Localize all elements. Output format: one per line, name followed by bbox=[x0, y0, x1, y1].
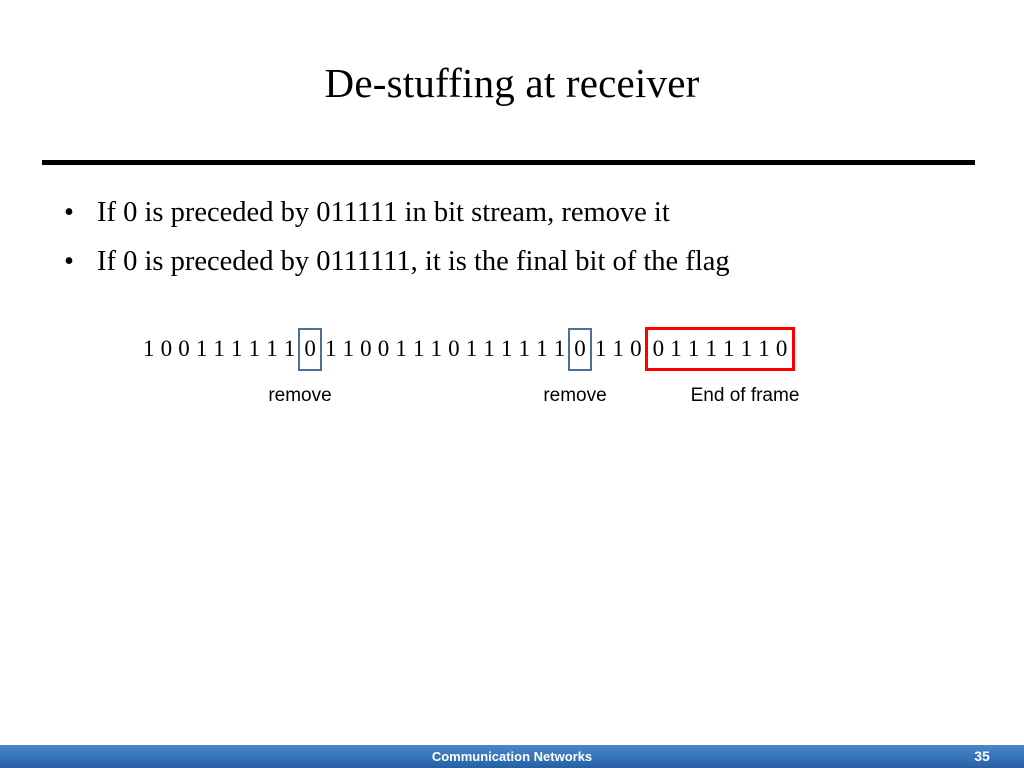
footer-course-title: Communication Networks bbox=[431, 749, 593, 764]
bit-digit: 1 bbox=[483, 336, 495, 361]
bit-digit: 1 bbox=[283, 336, 296, 361]
bit-digit: 1 bbox=[670, 336, 682, 361]
bit-digit: 1 bbox=[687, 336, 700, 361]
bitstream-row: 100111111 0 11001110111111 0 110 0111111… bbox=[140, 326, 796, 372]
bullet-list: • If 0 is preceded by 011111 in bit stre… bbox=[48, 188, 978, 286]
bullet-dot-icon: • bbox=[64, 246, 74, 277]
list-item: • If 0 is preceded by 0111111, it is the… bbox=[48, 237, 978, 286]
bit-digit: 1 bbox=[324, 336, 337, 361]
bit-segment-middle: 11001110111111 bbox=[322, 328, 568, 370]
bit-digit: 0 bbox=[304, 336, 316, 361]
bit-digit: 1 bbox=[594, 336, 607, 361]
bit-segment-prefix: 100111111 bbox=[140, 328, 298, 370]
bit-digit: 1 bbox=[465, 336, 478, 361]
bit-digit: 0 bbox=[160, 336, 173, 361]
bit-digit: 1 bbox=[395, 336, 407, 361]
slide-footer: Communication Networks 35 bbox=[0, 745, 1024, 768]
list-item: • If 0 is preceded by 011111 in bit stre… bbox=[48, 188, 978, 237]
callout-remove-2: remove bbox=[543, 385, 607, 406]
page-title: De-stuffing at receiver bbox=[324, 60, 700, 106]
list-item-label: If 0 is preceded by 011111 in bit stream… bbox=[97, 197, 670, 228]
bit-digit: 1 bbox=[500, 336, 513, 361]
bit-digit: 1 bbox=[536, 336, 548, 361]
bit-digit: 1 bbox=[248, 336, 261, 361]
bit-digit: 1 bbox=[553, 336, 566, 361]
bit-digit: 0 bbox=[178, 336, 190, 361]
bit-digit: 1 bbox=[412, 336, 425, 361]
footer-slide-number: 35 bbox=[974, 748, 990, 764]
bit-segment-stuffed-bit-1: 0 bbox=[298, 327, 322, 371]
bit-digit: 1 bbox=[195, 336, 208, 361]
bit-digit: 1 bbox=[213, 336, 225, 361]
bit-digit: 1 bbox=[266, 336, 278, 361]
bit-digit: 1 bbox=[430, 336, 443, 361]
title-divider-rule bbox=[42, 160, 975, 165]
bit-digit: 1 bbox=[740, 336, 753, 361]
bit-digit: 0 bbox=[360, 336, 372, 361]
bit-digit: 1 bbox=[518, 336, 531, 361]
bit-segment-tail: 110 bbox=[592, 328, 645, 370]
bit-digit: 0 bbox=[448, 336, 460, 361]
bit-digit: 0 bbox=[652, 336, 665, 361]
bullet-dot-icon: • bbox=[64, 197, 74, 228]
bit-digit: 1 bbox=[758, 336, 770, 361]
bit-digit: 1 bbox=[231, 336, 243, 361]
bit-digit: 1 bbox=[705, 336, 717, 361]
bit-digit: 1 bbox=[612, 336, 624, 361]
bit-digit: 1 bbox=[342, 336, 355, 361]
bit-segment-end-flag: 01111110 bbox=[644, 327, 796, 371]
bit-digit: 0 bbox=[630, 336, 642, 361]
bit-segment-stuffed-bit-2: 0 bbox=[568, 327, 592, 371]
bit-digit: 0 bbox=[574, 336, 586, 361]
bit-digit: 1 bbox=[723, 336, 735, 361]
bit-digit: 0 bbox=[377, 336, 390, 361]
bit-digit: 0 bbox=[775, 336, 788, 361]
list-item-label: If 0 is preceded by 0111111, it is the f… bbox=[97, 246, 730, 277]
bit-digit: 1 bbox=[143, 336, 155, 361]
callout-end-of-frame: End of frame bbox=[690, 385, 800, 406]
callout-remove-1: remove bbox=[268, 385, 332, 406]
bitstream-diagram: 100111111 0 11001110111111 0 110 0111111… bbox=[140, 326, 840, 421]
